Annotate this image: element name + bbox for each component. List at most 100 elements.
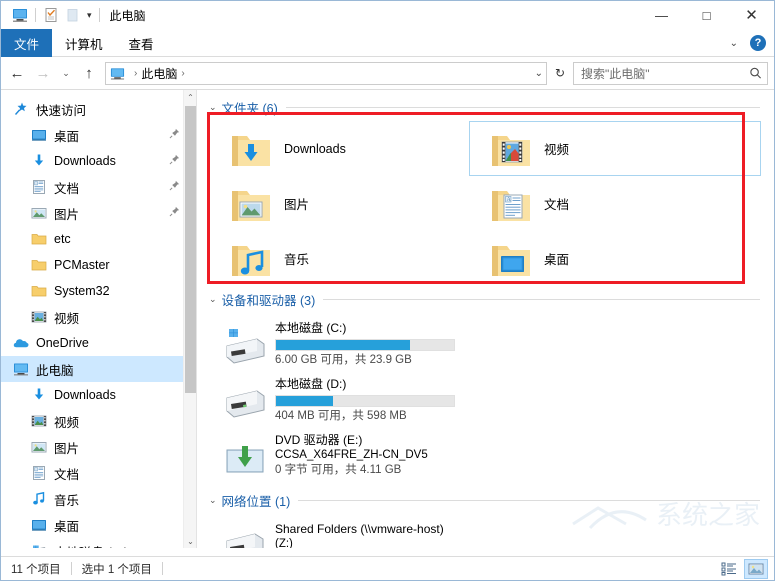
recent-locations-button[interactable]: ⌄	[57, 61, 75, 85]
sidebar-item-6[interactable]: PCMaster	[1, 252, 196, 278]
folder-tile-label: 视频	[544, 143, 570, 157]
this-pc-icon	[110, 66, 125, 81]
breadcrumb-dropdown-icon[interactable]: ⌄	[535, 63, 543, 84]
sidebar-item-7[interactable]: System32	[1, 278, 196, 304]
sidebar-item-14[interactable]: 文档	[1, 460, 196, 486]
breadcrumb[interactable]: › 此电脑 › ⌄	[105, 61, 547, 85]
sidebar-item-0[interactable]: 快速访问	[1, 96, 196, 122]
sidebar-item-label: 视频	[54, 311, 80, 326]
drive-name: 本地磁盘 (C:)	[275, 321, 347, 335]
scrollbar-thumb[interactable]	[185, 106, 196, 393]
tab-computer[interactable]: 计算机	[52, 29, 116, 57]
folder-tile-label: 图片	[284, 198, 310, 212]
large-icons-view-icon[interactable]	[744, 558, 768, 579]
navigation-scrollbar[interactable]: ⌃ ⌄	[183, 90, 196, 548]
sidebar-item-12[interactable]: 视频	[1, 408, 196, 434]
status-bar: 11 个项目 选中 1 个项目	[1, 556, 774, 580]
folder-tile-label: 音乐	[284, 253, 310, 267]
folder-documents-icon: A	[490, 183, 532, 225]
search-box[interactable]: 搜索"此电脑"	[573, 61, 768, 85]
group-rule	[285, 107, 760, 108]
drive-0[interactable]: 本地磁盘 (C:) 6.00 GB 可用，共 23.9 GB	[209, 315, 499, 371]
breadcrumb-separator-1: ›	[134, 67, 138, 79]
sidebar-item-2[interactable]: Downloads	[1, 148, 196, 174]
pin-icon[interactable]	[169, 206, 180, 220]
search-input[interactable]: 搜索"此电脑"	[581, 65, 650, 82]
chevron-down-icon[interactable]: ⌄	[209, 102, 217, 113]
chevron-down-icon[interactable]: ⌄	[209, 294, 217, 305]
scroll-up-button[interactable]: ⌃	[184, 90, 196, 104]
onedrive-icon	[13, 335, 29, 351]
group-header-folders[interactable]: ⌄ 文件夹 (6)	[209, 98, 774, 117]
breadcrumb-separator-2[interactable]: ›	[181, 68, 184, 79]
forward-button[interactable]: →	[31, 61, 55, 85]
sidebar-item-label: Downloads	[54, 388, 116, 402]
drive-free-text: 6.00 GB 可用，共 23.9 GB	[275, 354, 412, 366]
sidebar-item-8[interactable]: 视频	[1, 304, 196, 330]
drive-usage-fill	[276, 340, 410, 350]
navigation-pane: 快速访问 桌面 Downloads 文档 图片 etc PCMaster System32 视频…	[1, 90, 197, 548]
sidebar-item-15[interactable]: 音乐	[1, 486, 196, 512]
sidebar-item-4[interactable]: 图片	[1, 200, 196, 226]
drive-1[interactable]: 本地磁盘 (D:) 404 MB 可用，共 598 MB	[209, 371, 499, 427]
up-button[interactable]: ↑	[77, 61, 101, 85]
folder-tile-2[interactable]: 图片	[209, 176, 469, 231]
pin-icon[interactable]	[169, 154, 180, 168]
sidebar-item-1[interactable]: 桌面	[1, 122, 196, 148]
sidebar-item-label: 本地磁盘 (C:)	[54, 542, 128, 549]
sidebar-item-13[interactable]: 图片	[1, 434, 196, 460]
help-icon[interactable]: ?	[750, 35, 766, 51]
drive-2[interactable]: DVD 驱动器 (E:) CCSA_X64FRE_ZH-CN_DV5 0 字节 可用…	[209, 427, 499, 489]
sidebar-item-11[interactable]: Downloads	[1, 382, 196, 408]
sidebar-item-9[interactable]: OneDrive	[1, 330, 196, 356]
address-bar: ← → ⌄ ↑ › 此电脑 › ⌄ ↻ 搜索"此电脑"	[1, 57, 774, 89]
refresh-button[interactable]: ↻	[549, 62, 571, 85]
tab-file[interactable]: 文件	[1, 29, 53, 57]
ribbon-collapse-icon[interactable]: ⌄	[724, 38, 744, 49]
pin-icon[interactable]	[169, 180, 180, 194]
close-button[interactable]: ✕	[729, 1, 774, 29]
properties-icon[interactable]	[40, 4, 62, 26]
sidebar-item-17[interactable]: 本地磁盘 (C:)	[1, 538, 196, 548]
sidebar-item-10[interactable]: 此电脑	[1, 356, 196, 382]
file-explorer-window: ▾ 此电脑 — □ ✕ 文件 计算机 查看 ⌄ ? ← → ⌄ ↑ › 此电脑 …	[0, 0, 775, 581]
pin-icon[interactable]	[169, 128, 180, 142]
folder-tile-0[interactable]: Downloads	[209, 121, 469, 176]
downloads-icon	[31, 387, 47, 403]
folder-tile-3[interactable]: A 文档	[469, 176, 729, 231]
drive-icon	[31, 543, 47, 548]
breadcrumb-this-pc[interactable]: 此电脑	[141, 65, 177, 82]
sidebar-item-5[interactable]: etc	[1, 226, 196, 252]
folder-tile-4[interactable]: 音乐	[209, 231, 469, 286]
videos-icon	[31, 413, 47, 429]
group-header-network[interactable]: ⌄ 网络位置 (1)	[209, 491, 774, 510]
maximize-button[interactable]: □	[684, 1, 729, 29]
back-button[interactable]: ←	[5, 61, 29, 85]
chevron-down-icon[interactable]: ⌄	[209, 495, 217, 506]
folder-icon	[31, 231, 47, 247]
network-drive-0[interactable]: Shared Folders (\\vmware-host) (Z:)	[209, 516, 539, 548]
folder-icon	[31, 283, 47, 299]
tab-view[interactable]: 查看	[116, 29, 167, 57]
minimize-button[interactable]: —	[639, 1, 684, 29]
toolbar-divider-2	[98, 8, 100, 22]
sidebar-item-16[interactable]: 桌面	[1, 512, 196, 538]
new-folder-icon[interactable]	[62, 4, 84, 26]
scroll-down-button[interactable]: ⌄	[184, 534, 196, 548]
sidebar-item-3[interactable]: 文档	[1, 174, 196, 200]
videos-icon	[31, 309, 47, 325]
folder-tile-5[interactable]: 桌面	[469, 231, 729, 286]
details-view-icon[interactable]	[717, 559, 741, 579]
drive-usage-bar	[275, 395, 455, 407]
documents-icon	[31, 179, 47, 195]
toolbar-divider	[35, 8, 36, 22]
search-icon[interactable]	[749, 67, 762, 80]
svg-text:A: A	[507, 197, 512, 203]
folders-grid: Downloads 视频图片 A 文档音乐 桌面	[209, 119, 774, 286]
group-header-devices[interactable]: ⌄ 设备和驱动器 (3)	[209, 290, 774, 309]
window-title: 此电脑	[109, 8, 146, 23]
this-pc-icon[interactable]	[9, 4, 31, 26]
group-rule	[298, 500, 760, 501]
chevron-down-icon[interactable]: ▾	[84, 10, 95, 21]
folder-tile-1[interactable]: 视频	[469, 121, 761, 176]
